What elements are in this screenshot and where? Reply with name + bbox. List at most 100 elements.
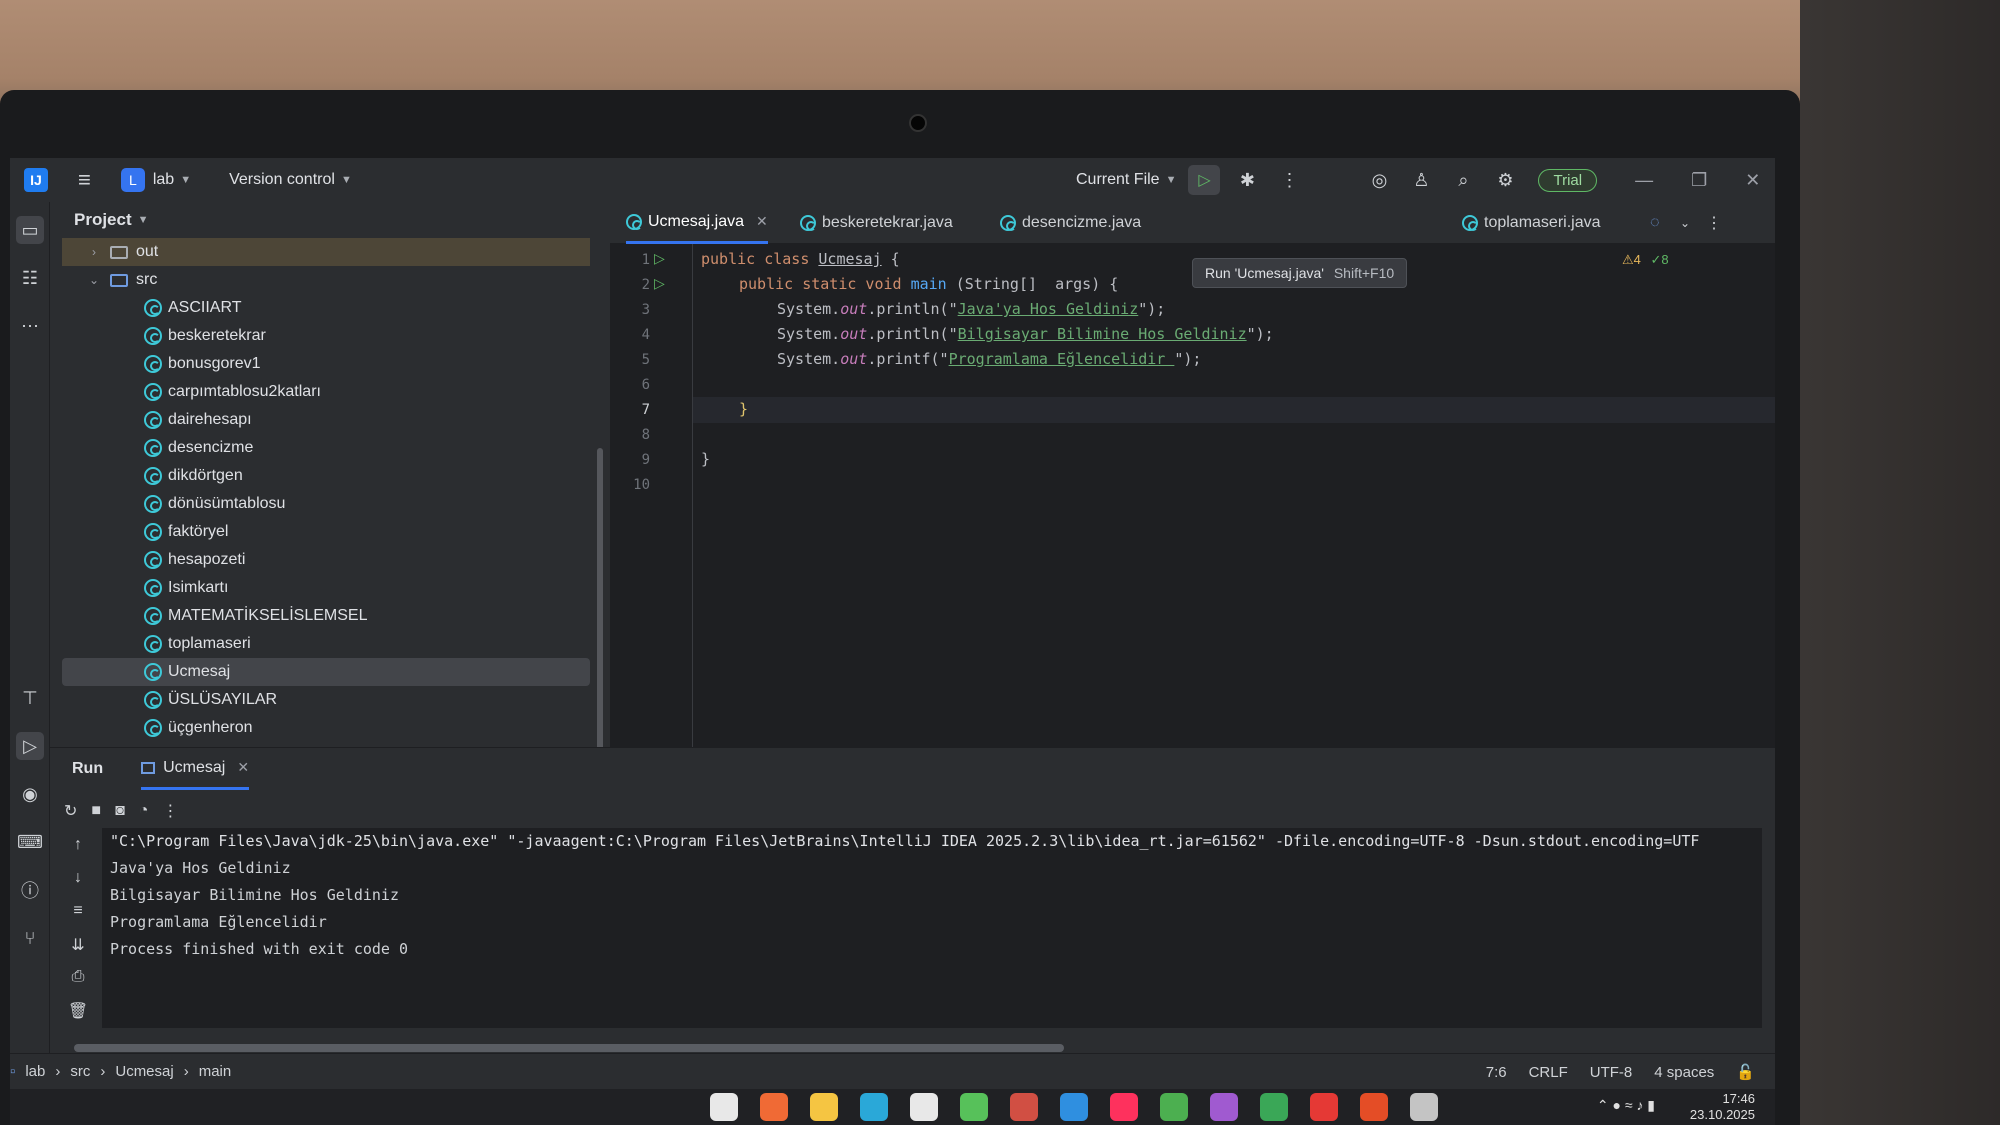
opera-icon[interactable] (1310, 1093, 1338, 1121)
tree-file[interactable]: beskeretekrar (62, 322, 590, 350)
tree-file[interactable]: desencizme (62, 434, 590, 462)
ai-tab-icon[interactable]: ◌ (1650, 202, 1660, 244)
more-options-icon[interactable]: ⋮ (162, 801, 178, 821)
tree-file[interactable]: dairehesapı (62, 406, 590, 434)
stop-icon[interactable]: ■ (91, 802, 101, 820)
system-tray[interactable]: ⌃ ● ≈ ♪ ▮ (1597, 1097, 1655, 1114)
trial-badge[interactable]: Trial (1538, 168, 1598, 192)
code-area[interactable]: public class Ucmesaj { public static voi… (692, 244, 1775, 747)
debug-icon[interactable]: ✱ (1232, 165, 1262, 195)
tree-file[interactable]: carpımtablosu2katları (62, 378, 590, 406)
terminal-icon[interactable]: ⌨ (16, 828, 44, 856)
run-gutter-icon[interactable]: ▷ (654, 250, 665, 267)
settings-gear-icon[interactable]: ⚙ (1490, 165, 1520, 195)
app-icon[interactable] (760, 1093, 788, 1121)
mail-icon[interactable] (1010, 1093, 1038, 1121)
chrome-icon[interactable] (960, 1093, 988, 1121)
tree-folder-out[interactable]: › out (62, 238, 590, 266)
tab-ucmesaj[interactable]: Ucmesaj.java ✕ (626, 202, 768, 244)
tree-file[interactable]: Isimkartı (62, 574, 590, 602)
run-tab-ucmesaj[interactable]: Ucmesaj ✕ (141, 748, 250, 790)
tree-file[interactable]: MATEMATİKSELİSLEMSEL (62, 602, 590, 630)
caret-position[interactable]: 7:6 (1486, 1064, 1507, 1081)
restore-button[interactable]: ❐ (1691, 170, 1707, 191)
project-folder-icon[interactable]: ▭ (16, 216, 44, 244)
services-icon[interactable]: ◉ (16, 780, 44, 808)
structure-icon[interactable]: ☷ (16, 264, 44, 292)
chevron-down-icon[interactable]: ▼ (341, 174, 352, 186)
run-config-selector[interactable]: Current File (1076, 171, 1160, 189)
chrome-profile-icon[interactable] (1210, 1093, 1238, 1121)
line-separator[interactable]: CRLF (1529, 1064, 1568, 1081)
breadcrumb-item[interactable]: lab (25, 1063, 45, 1080)
folder-icon[interactable] (810, 1093, 838, 1121)
run-gutter-icon[interactable]: ▷ (654, 275, 665, 292)
close-window-button[interactable]: ✕ (1745, 170, 1760, 191)
run-tool-icon[interactable]: ▷ (16, 732, 44, 760)
acrobat-icon[interactable] (1360, 1093, 1388, 1121)
trash-icon[interactable]: 🗑 (64, 1001, 92, 1034)
scroll-to-end-icon[interactable]: ⇊ (64, 935, 92, 968)
close-tab-icon[interactable]: ✕ (237, 759, 249, 776)
tab-desencizme[interactable]: desencizme.java (1000, 202, 1141, 244)
breadcrumb-item[interactable]: main (199, 1063, 232, 1080)
tree-file[interactable]: üçgenheron (62, 714, 590, 742)
run-button[interactable]: ▷ (1188, 165, 1221, 195)
chevron-down-icon[interactable]: ▼ (180, 174, 191, 186)
more-actions-icon[interactable]: ⋮ (1274, 165, 1304, 195)
minimize-button[interactable]: — (1635, 170, 1653, 191)
project-badge[interactable]: L (120, 168, 145, 192)
soft-wrap-icon[interactable]: ≡ (64, 902, 92, 935)
console-hscrollbar[interactable] (74, 1044, 1064, 1052)
tabs-dropdown-icon[interactable]: ⌄ (1680, 202, 1690, 244)
chrome-profile-icon[interactable] (1160, 1093, 1188, 1121)
tab-beskeretekrar[interactable]: beskeretekrar.java (800, 202, 953, 244)
git-icon[interactable]: ⑂ (16, 924, 44, 952)
camera-icon[interactable]: ◙ (115, 802, 125, 820)
tabs-more-icon[interactable]: ⋮ (1706, 202, 1722, 244)
tree-file[interactable]: bonusgorev1 (62, 350, 590, 378)
breadcrumb-item[interactable]: src (70, 1063, 90, 1080)
problems-icon[interactable]: ⓘ (16, 876, 44, 904)
search-icon[interactable]: ⌕ (1448, 165, 1478, 195)
telegram-icon[interactable] (1060, 1093, 1088, 1121)
tree-file[interactable]: faktöryel (62, 518, 590, 546)
chevron-down-icon[interactable]: ▼ (138, 214, 149, 226)
rerun-icon[interactable]: ↻ (64, 801, 77, 821)
file-encoding[interactable]: UTF-8 (1590, 1064, 1633, 1081)
tree-file[interactable]: dikdörtgen (62, 462, 590, 490)
code-with-me-icon[interactable]: ♙ (1406, 165, 1436, 195)
scroll-up-icon[interactable]: ↑ (64, 836, 92, 869)
tree-file-selected[interactable]: Ucmesaj (62, 658, 590, 686)
edge-icon[interactable] (860, 1093, 888, 1121)
breadcrumb-item[interactable]: Ucmesaj (115, 1063, 173, 1080)
close-tab-icon[interactable]: ✕ (756, 213, 768, 230)
ai-assistant-icon[interactable]: ◎ (1364, 165, 1394, 195)
console-output[interactable]: "C:\Program Files\Java\jdk-25\bin\java.e… (102, 828, 1762, 1028)
expand-arrow-icon[interactable]: › (86, 245, 102, 259)
taskbar-clock[interactable]: 17:46 23.10.2025 (1690, 1091, 1755, 1123)
tab-toplamaseri[interactable]: toplamaseri.java (1462, 202, 1601, 244)
more-tools-icon[interactable]: ⋯ (16, 312, 44, 340)
scroll-down-icon[interactable]: ↓ (64, 869, 92, 902)
tree-file[interactable]: toplamaseri (62, 630, 590, 658)
lock-icon[interactable]: 🔓 (1736, 1063, 1755, 1081)
main-menu-icon[interactable]: ≡ (78, 167, 91, 193)
version-control-menu[interactable]: Version control (229, 171, 335, 189)
profiler-icon[interactable]: ◔ (139, 802, 149, 820)
tree-folder-src[interactable]: ⌄ src (62, 266, 590, 294)
app-icon[interactable] (1410, 1093, 1438, 1121)
file-explorer-icon[interactable] (710, 1093, 738, 1121)
tree-file[interactable]: ÜSLÜSAYILAR (62, 686, 590, 714)
tree-file[interactable]: dönüsümtablosu (62, 490, 590, 518)
indent-setting[interactable]: 4 spaces (1654, 1064, 1714, 1081)
project-scrollbar[interactable] (597, 448, 603, 798)
project-name[interactable]: lab (153, 171, 174, 189)
store-icon[interactable] (910, 1093, 938, 1121)
chrome-profile-icon[interactable] (1260, 1093, 1288, 1121)
print-icon[interactable]: ⎙ (64, 968, 92, 1001)
tree-file[interactable]: ASCIIART (62, 294, 590, 322)
project-panel-header[interactable]: Project ▼ (50, 202, 610, 238)
intellij-taskbar-icon[interactable] (1110, 1093, 1138, 1121)
tree-file[interactable]: hesapozeti (62, 546, 590, 574)
